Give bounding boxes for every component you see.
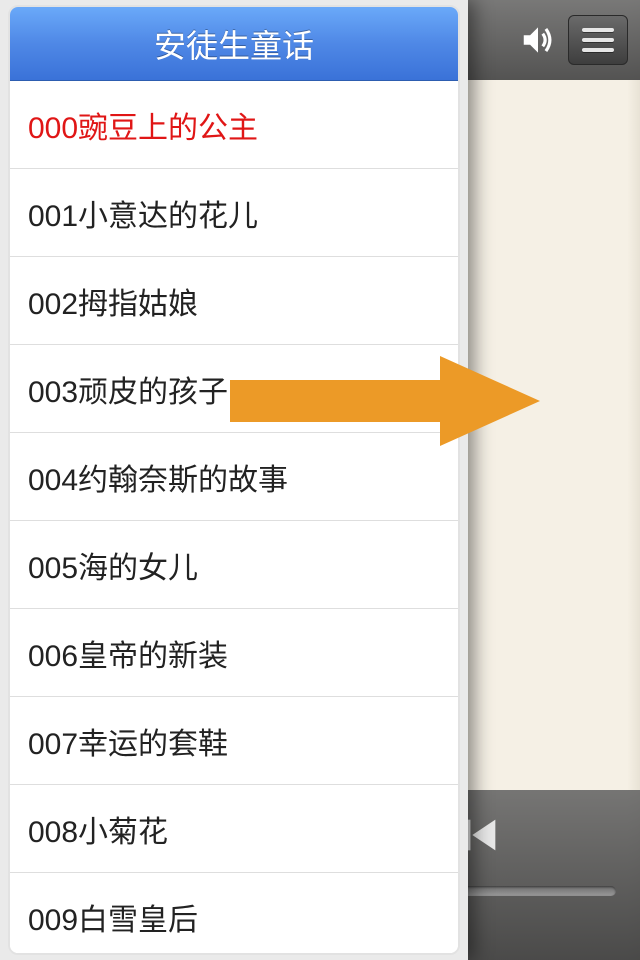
sidebar-title: 安徒生童话: [10, 7, 458, 81]
chapter-list[interactable]: 000豌豆上的公主 001小意达的花儿 002拇指姑娘 003顽皮的孩子 004约翰奈斯…: [10, 81, 458, 953]
chapter-sidebar: 安徒生童话 000豌豆上的公主001小意达的花儿002拇指姑娘003顽皮的孩子0…: [0, 0, 468, 960]
list-item-label: 000豌豆上的公主: [28, 103, 258, 147]
list-item-label: 003顽皮的孩子: [28, 367, 228, 411]
list-item-label: 004约翰奈斯的故事: [28, 455, 288, 499]
list-item-label: 009白雪皇后: [28, 895, 198, 939]
list-item[interactable]: 004约翰奈斯的故事: [10, 433, 458, 521]
list-item[interactable]: 007幸运的套鞋: [10, 697, 458, 785]
menu-button[interactable]: [568, 15, 628, 65]
list-item[interactable]: 008小菊花: [10, 785, 458, 873]
list-item-label: 005海的女儿: [28, 543, 198, 587]
list-item[interactable]: 001小意达的花儿: [10, 169, 458, 257]
list-item[interactable]: 005海的女儿: [10, 521, 458, 609]
list-item[interactable]: 009白雪皇后: [10, 873, 458, 953]
sound-icon[interactable]: [516, 18, 560, 62]
list-item[interactable]: 002拇指姑娘: [10, 257, 458, 345]
list-item-label: 001小意达的花儿: [28, 191, 258, 235]
list-item[interactable]: 006皇帝的新装: [10, 609, 458, 697]
list-item-label: 002拇指姑娘: [28, 279, 198, 323]
list-item[interactable]: 000豌豆上的公主: [10, 81, 458, 169]
list-item-label: 007幸运的套鞋: [28, 719, 228, 763]
list-item-label: 008小菊花: [28, 807, 168, 851]
list-item-label: 006皇帝的新装: [28, 631, 228, 675]
list-item[interactable]: 003顽皮的孩子: [10, 345, 458, 433]
